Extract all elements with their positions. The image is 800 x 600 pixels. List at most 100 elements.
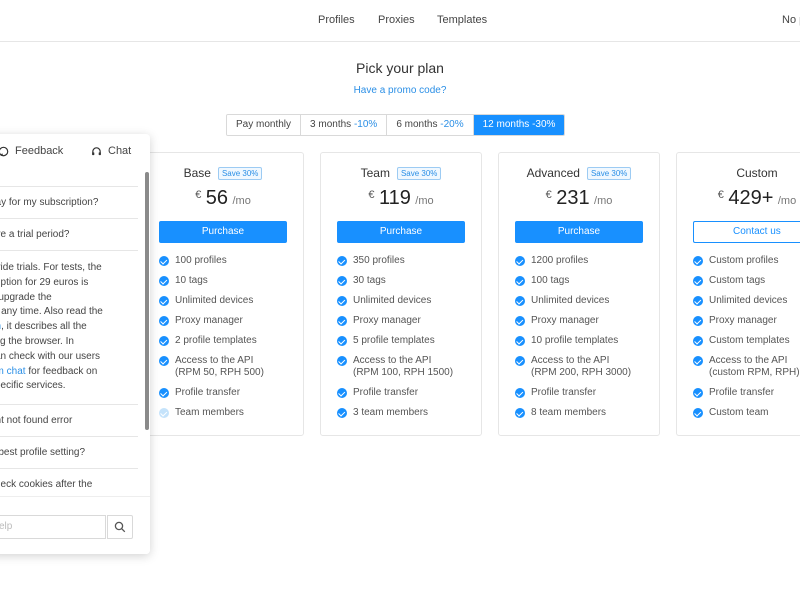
tab-chat-label: Chat xyxy=(108,145,132,157)
feature-item: Unlimited devices xyxy=(693,295,800,307)
check-icon xyxy=(337,316,347,326)
check-icon-disabled xyxy=(159,408,169,418)
faq-team-chat-link[interactable]: am chat xyxy=(0,366,26,377)
feature-list: Custom profiles Custom tags Unlimited de… xyxy=(693,255,800,427)
check-icon xyxy=(515,316,525,326)
nav-link-profiles[interactable]: Profiles xyxy=(318,14,355,26)
feature-list: 100 profiles 10 tags Unlimited devices P… xyxy=(159,255,269,427)
nav-link-templates[interactable]: Templates xyxy=(437,14,487,26)
faq-answer-line: am chat for feedback on xyxy=(0,365,134,380)
feature-label: Proxy manager xyxy=(175,315,243,326)
faq-item[interactable]: pay for my subscription? xyxy=(0,186,138,218)
feature-item: Access to the API (RPM 50, RPH 500) xyxy=(159,355,269,379)
billing-option-6-months[interactable]: 6 months -20% xyxy=(387,115,474,135)
feature-label: Proxy manager xyxy=(353,315,421,326)
tab-feedback-label: Feedback xyxy=(15,145,64,157)
check-icon xyxy=(693,276,703,286)
feature-item: 8 team members xyxy=(515,407,635,419)
billing-option-3-months[interactable]: 3 months -10% xyxy=(301,115,388,135)
feature-label: 10 profile templates xyxy=(531,335,619,346)
plan-card-advanced: Advanced Save 30% € 231 /mo Purchase 120… xyxy=(498,152,660,436)
check-icon xyxy=(159,296,169,306)
feature-item: Profile transfer xyxy=(693,387,800,399)
price-amount: 231 xyxy=(556,187,590,209)
faq-item[interactable]: ave a trial period? xyxy=(0,218,138,250)
feature-label: Team members xyxy=(175,407,244,418)
promo-code-link[interactable]: Have a promo code? xyxy=(0,85,800,96)
feature-label: Access to the API (custom RPM, RPH) xyxy=(709,355,800,378)
feature-label: 350 profiles xyxy=(353,255,405,266)
check-icon xyxy=(159,388,169,398)
faq-answer-text: , it describes all the xyxy=(1,321,87,333)
check-icon xyxy=(693,336,703,346)
plan-price: € 231 /mo xyxy=(499,187,659,210)
faq-answer-line: ling the browser. In xyxy=(0,335,74,347)
check-icon xyxy=(337,276,347,286)
billing-option-12-months[interactable]: 12 months -30% xyxy=(473,115,565,135)
feature-label: Custom tags xyxy=(709,275,766,286)
nav-link-proxies[interactable]: Proxies xyxy=(378,14,415,26)
check-icon xyxy=(693,316,703,326)
scrollbar[interactable] xyxy=(145,172,149,430)
feature-label: 10 tags xyxy=(175,275,208,286)
feature-item: 2 profile templates xyxy=(159,335,269,347)
feature-item: Team members xyxy=(159,407,269,419)
check-icon xyxy=(159,356,169,366)
billing-option-discount: -10% xyxy=(353,119,378,130)
contact-us-button[interactable]: Contact us xyxy=(693,221,800,243)
feature-item: Unlimited devices xyxy=(515,295,635,307)
feature-item: Profile transfer xyxy=(515,387,635,399)
feature-item: 1200 profiles xyxy=(515,255,635,267)
billing-option-monthly[interactable]: Pay monthly xyxy=(227,115,302,135)
faq-list: pay for my subscription? ave a trial per… xyxy=(0,186,138,500)
billing-option-label: Pay monthly xyxy=(236,119,292,130)
feature-label: Unlimited devices xyxy=(175,295,254,306)
plan-card-team: Team Save 30% € 119 /mo Purchase 350 pro… xyxy=(320,152,482,436)
feature-label: 8 team members xyxy=(531,407,607,418)
plan-name: Advanced xyxy=(526,166,580,180)
feature-label: Profile transfer xyxy=(531,387,597,398)
check-icon xyxy=(515,356,525,366)
feature-label: Access to the API (RPM 50, RPH 500) xyxy=(175,355,264,378)
feature-label: Proxy manager xyxy=(531,315,599,326)
tab-chat[interactable]: Chat xyxy=(91,145,131,157)
tab-feedback[interactable]: Feedback xyxy=(0,145,63,157)
feature-label: Proxy manager xyxy=(709,315,777,326)
plan-card-custom: Custom € 429+ /mo Contact us Custom prof… xyxy=(676,152,800,436)
feature-item: Profile transfer xyxy=(337,387,457,399)
purchase-button[interactable]: Purchase xyxy=(337,221,465,243)
check-icon xyxy=(337,408,347,418)
help-search-input[interactable]: elp xyxy=(0,515,106,539)
feature-label: 1200 profiles xyxy=(531,255,589,266)
save-badge: Save 30% xyxy=(217,166,263,180)
purchase-button[interactable]: Purchase xyxy=(159,221,287,243)
check-icon xyxy=(693,356,703,366)
check-icon xyxy=(337,388,347,398)
feature-item: 10 profile templates xyxy=(515,335,635,347)
top-nav: Profiles Proxies Templates No p xyxy=(0,0,800,42)
help-search-button[interactable] xyxy=(107,515,133,539)
faq-answer-line: n upgrade the xyxy=(0,291,52,303)
help-tabs: Feedback Chat xyxy=(0,134,150,170)
check-icon xyxy=(515,296,525,306)
purchase-button[interactable]: Purchase xyxy=(515,221,643,243)
check-icon xyxy=(337,256,347,266)
price-period: /mo xyxy=(594,195,613,207)
check-icon xyxy=(693,408,703,418)
help-widget: Feedback Chat pay for my subscription? a… xyxy=(0,134,150,554)
feature-label: 3 team members xyxy=(353,407,429,418)
feature-item: 10 tags xyxy=(159,275,269,287)
nav-right-status[interactable]: No p xyxy=(782,14,800,26)
feature-item: Custom team xyxy=(693,407,800,419)
feature-item: Access to the API (RPM 200, RPH 3000) xyxy=(515,355,635,379)
feature-item: 5 profile templates xyxy=(337,335,457,347)
billing-option-discount: -30% xyxy=(532,119,556,130)
billing-option-discount: -20% xyxy=(440,119,464,130)
check-icon xyxy=(515,256,525,266)
save-badge: Save 30% xyxy=(586,166,632,180)
price-amount: 119 xyxy=(378,187,411,209)
billing-option-label: 6 months xyxy=(396,119,438,130)
faq-item[interactable]: e best profile setting? xyxy=(0,436,138,468)
faq-item[interactable]: ent not found error xyxy=(0,404,138,436)
price-period: /mo xyxy=(415,195,434,207)
